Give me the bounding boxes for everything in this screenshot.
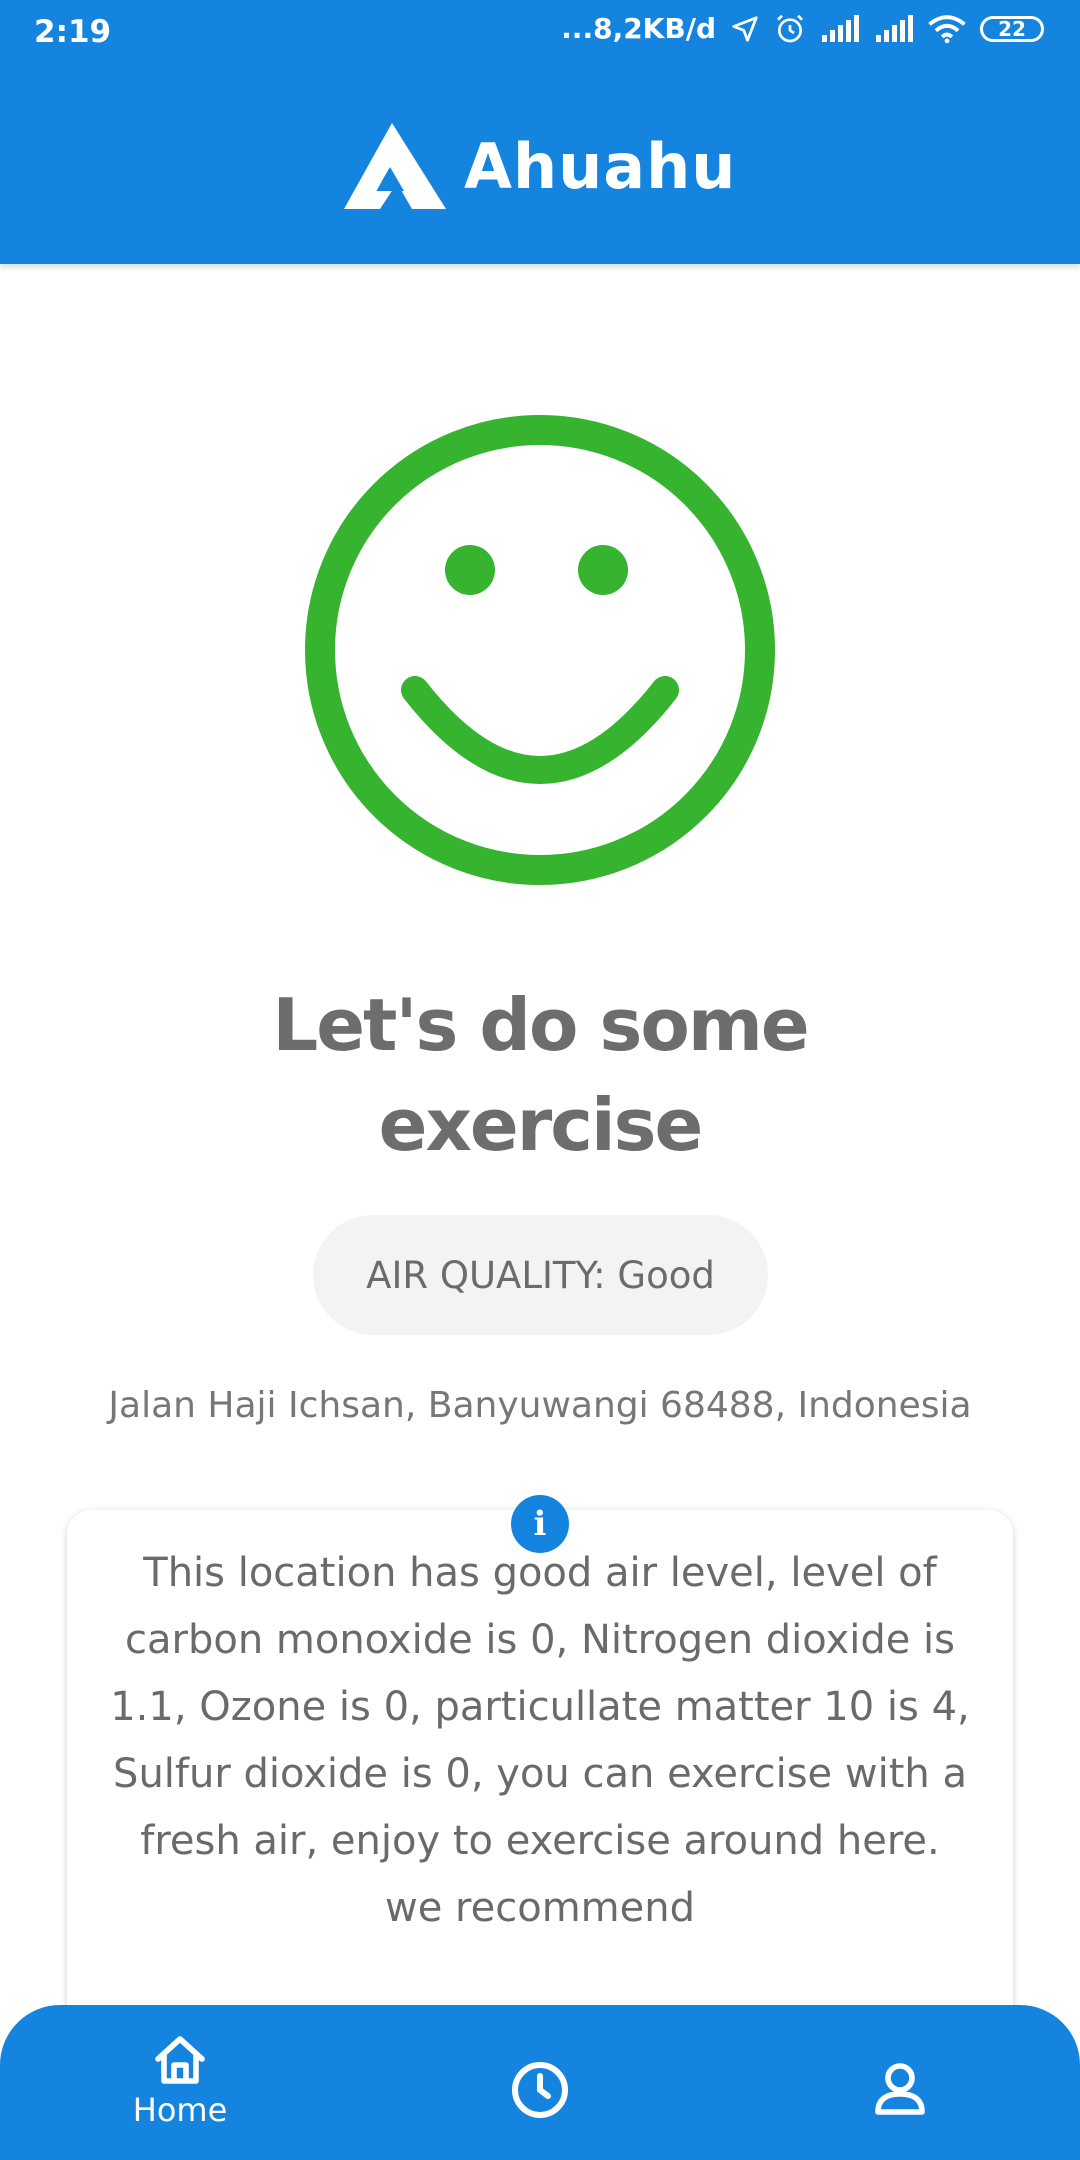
info-icon: i	[511, 1495, 569, 1553]
signal-icon	[876, 14, 913, 42]
info-card-text: This location has good air level, level …	[110, 1550, 970, 1931]
status-indicators: ...8,2KB/d 22	[561, 12, 1044, 45]
battery-icon: 22	[980, 15, 1044, 42]
battery-level: 22	[998, 16, 1026, 41]
signal-icon	[822, 14, 859, 42]
wifi-icon	[928, 14, 966, 43]
air-quality-badge: AIR QUALITY: Good	[313, 1215, 768, 1335]
status-bar: 2:19 ...8,2KB/d 22	[0, 0, 1080, 66]
ahuahu-logo-icon	[344, 123, 446, 209]
app-bar: Ahuahu	[0, 66, 1080, 264]
nav-item-home[interactable]: Home	[125, 2035, 235, 2129]
info-icon-glyph: i	[533, 1504, 547, 1544]
location-arrow-icon	[732, 15, 758, 42]
clock-icon	[512, 2062, 568, 2118]
headline-line-2: exercise	[378, 1083, 704, 1167]
headline: Let's do some exercise	[140, 975, 940, 1175]
location-address: Jalan Haji Ichsan, Banyuwangi 68488, Ind…	[108, 1385, 972, 1426]
network-speed: ...8,2KB/d	[561, 12, 716, 45]
info-card: This location has good air level, level …	[67, 1510, 1013, 2070]
headline-line-1: Let's do some	[272, 983, 809, 1067]
nav-item-history[interactable]	[510, 2060, 570, 2120]
status-time: 2:19	[34, 14, 112, 50]
nav-item-profile[interactable]	[872, 2060, 928, 2116]
brand-name: Ahuahu	[464, 129, 737, 203]
nav-home-label: Home	[132, 2091, 228, 2129]
smiley-face-icon	[305, 415, 775, 885]
air-quality-label: AIR QUALITY: Good	[366, 1253, 715, 1297]
user-icon	[875, 2063, 925, 2115]
bottom-navigation: Home	[0, 2005, 1080, 2160]
alarm-icon	[777, 14, 803, 42]
home-icon	[155, 2036, 205, 2084]
brand: Ahuahu	[342, 121, 736, 211]
